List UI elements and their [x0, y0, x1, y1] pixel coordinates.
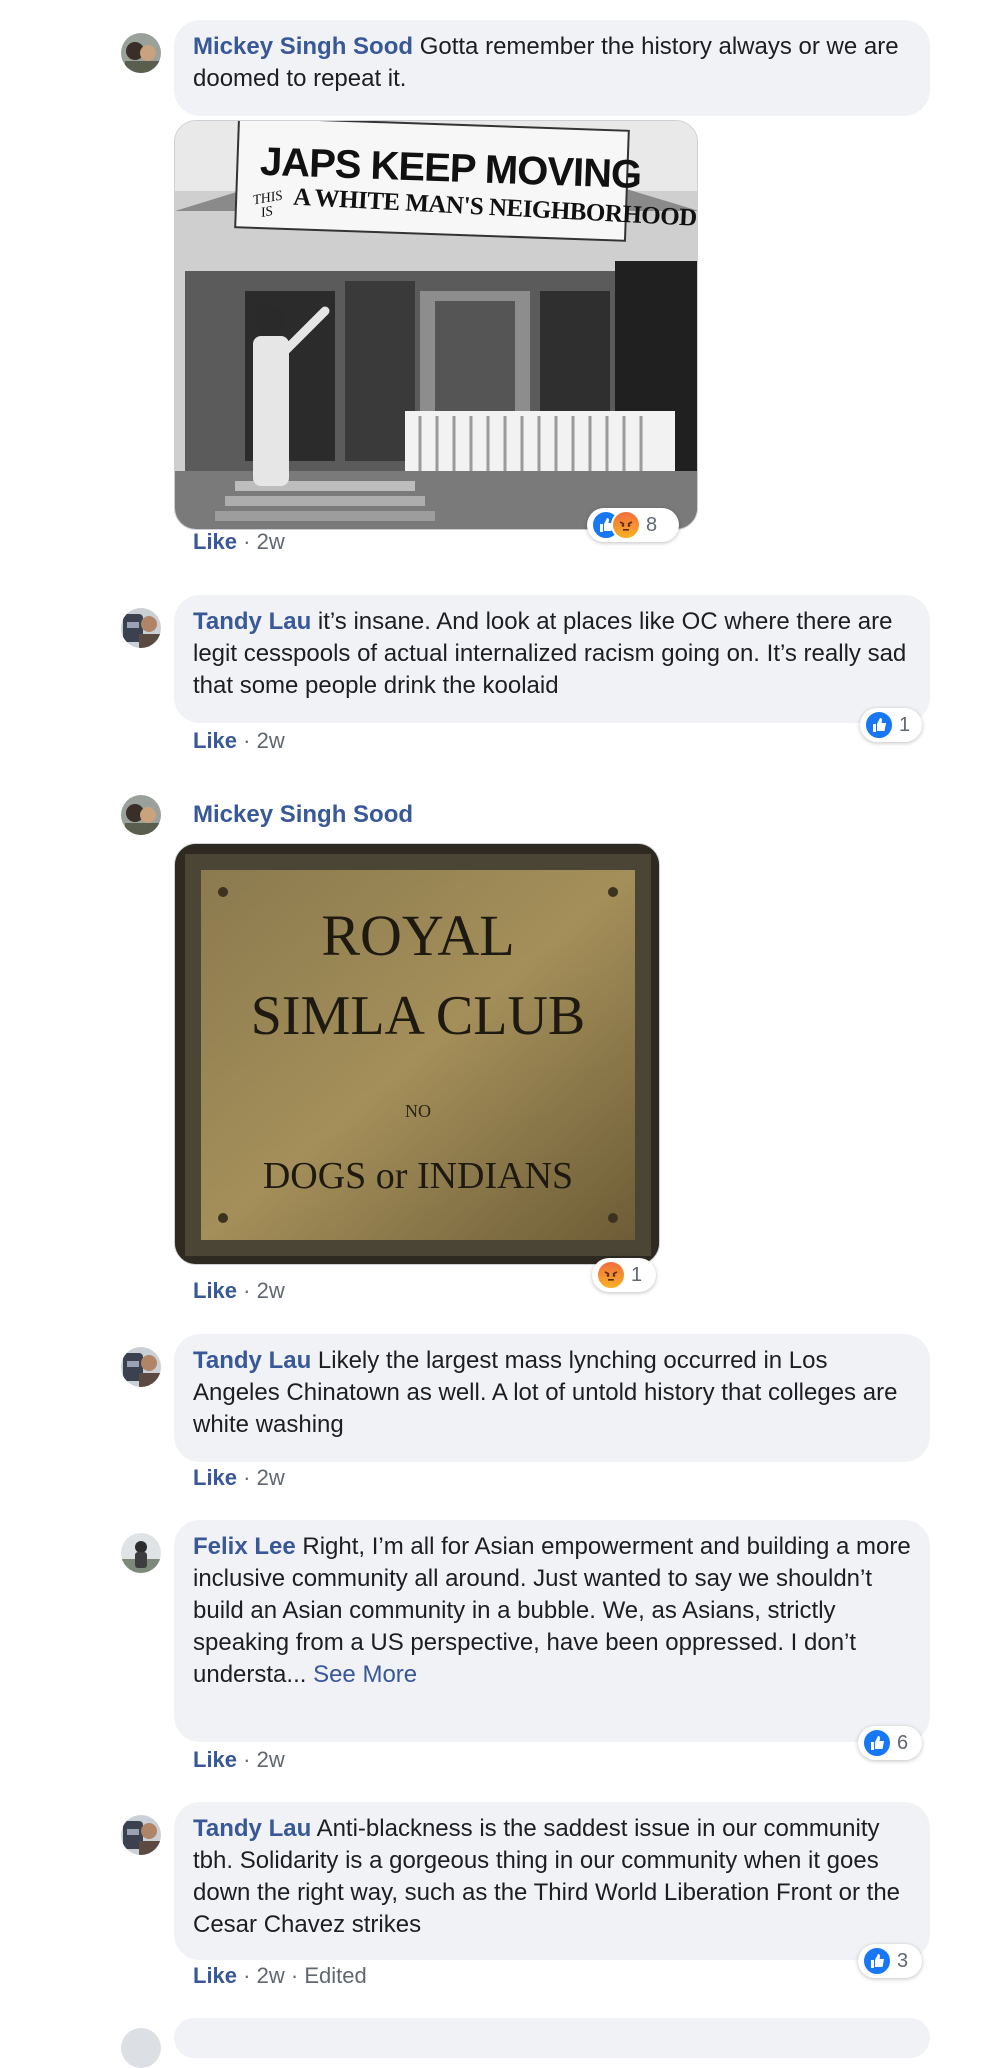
- comment-text: Right, I’m all for Asian empowerment and…: [193, 1533, 911, 1688]
- reaction-summary[interactable]: 1: [860, 708, 922, 742]
- timestamp-link[interactable]: 2w: [257, 1963, 285, 1988]
- comment-meta: Like · 2w · Edited: [193, 1962, 367, 1990]
- avatar[interactable]: [121, 1815, 161, 1855]
- comment-bubble: Tandy Lau it’s insane. And look at place…: [174, 595, 930, 723]
- avatar[interactable]: [121, 2028, 161, 2068]
- reaction-summary[interactable]: 8: [587, 508, 679, 542]
- timestamp-link[interactable]: 2w: [257, 1747, 285, 1772]
- edited-label: Edited: [304, 1963, 367, 1988]
- like-icon: [862, 1946, 892, 1976]
- avatar[interactable]: [121, 33, 161, 73]
- timestamp-link[interactable]: 2w: [257, 1465, 285, 1490]
- like-icon: [862, 1728, 892, 1758]
- comment-meta: Like · 2w: [193, 528, 285, 556]
- reaction-count: 1: [899, 713, 911, 736]
- reaction-summary[interactable]: 1: [592, 1258, 656, 1292]
- comment-photo[interactable]: ROYAL SIMLA CLUB NO DOGS or INDIANS: [174, 843, 660, 1265]
- comment-author[interactable]: Mickey Singh Sood: [193, 33, 413, 60]
- comment-author[interactable]: Felix Lee: [193, 1533, 296, 1560]
- reaction-summary[interactable]: 3: [858, 1944, 922, 1978]
- like-link[interactable]: Like: [193, 1963, 237, 1988]
- comment-author[interactable]: Tandy Lau: [193, 1815, 311, 1842]
- sign-is: IS: [259, 204, 274, 221]
- plaque-line-4: DOGS or INDIANS: [262, 1155, 574, 1197]
- timestamp-link[interactable]: 2w: [257, 529, 285, 554]
- like-icon: [864, 710, 894, 740]
- comment-photo[interactable]: JAPS KEEP MOVING THIS IS A WHITE MAN'S N…: [174, 120, 698, 530]
- comment-bubble: Tandy Lau Anti-blackness is the saddest …: [174, 1802, 930, 1960]
- like-link[interactable]: Like: [193, 728, 237, 753]
- plaque-line-1: ROYAL: [321, 903, 515, 968]
- separator: ·: [290, 1963, 299, 1988]
- like-link[interactable]: Like: [193, 1747, 237, 1772]
- angry-icon: [596, 1260, 626, 1290]
- comment-author[interactable]: Tandy Lau: [193, 608, 311, 635]
- plaque-line-2: SIMLA CLUB: [250, 985, 586, 1047]
- like-link[interactable]: Like: [193, 1465, 237, 1490]
- reaction-count: 8: [646, 513, 658, 536]
- separator: ·: [243, 1465, 251, 1490]
- comment-bubble: [174, 2018, 930, 2058]
- reaction-count: 1: [631, 1263, 643, 1286]
- plaque-line-3: NO: [405, 1101, 431, 1121]
- avatar[interactable]: [121, 608, 161, 648]
- comment-bubble: Mickey Singh Sood Gotta remember the his…: [174, 20, 930, 116]
- comment-bubble: Tandy Lau Likely the largest mass lynchi…: [174, 1334, 930, 1462]
- comment-author[interactable]: Mickey Singh Sood: [193, 799, 413, 831]
- like-link[interactable]: Like: [193, 529, 237, 554]
- separator: ·: [243, 1278, 251, 1303]
- comment-meta: Like · 2w: [193, 727, 285, 755]
- angry-icon: [611, 510, 641, 540]
- separator: ·: [243, 529, 251, 554]
- separator: ·: [243, 1747, 251, 1772]
- comment-bubble: Felix Lee Right, I’m all for Asian empow…: [174, 1520, 930, 1742]
- avatar[interactable]: [121, 1347, 161, 1387]
- reaction-count: 6: [897, 1731, 909, 1754]
- comment-author[interactable]: Tandy Lau: [193, 1347, 311, 1374]
- separator: ·: [243, 1963, 251, 1988]
- comment-meta: Like · 2w: [193, 1746, 285, 1774]
- like-link[interactable]: Like: [193, 1278, 237, 1303]
- reaction-summary[interactable]: 6: [858, 1726, 922, 1760]
- reaction-count: 3: [897, 1949, 909, 1972]
- see-more-link[interactable]: See More: [313, 1661, 417, 1688]
- timestamp-link[interactable]: 2w: [257, 728, 285, 753]
- comment-meta: Like · 2w: [193, 1277, 285, 1305]
- avatar[interactable]: [121, 795, 161, 835]
- avatar[interactable]: [121, 1533, 161, 1573]
- separator: ·: [243, 728, 251, 753]
- timestamp-link[interactable]: 2w: [257, 1278, 285, 1303]
- comment-meta: Like · 2w: [193, 1464, 285, 1492]
